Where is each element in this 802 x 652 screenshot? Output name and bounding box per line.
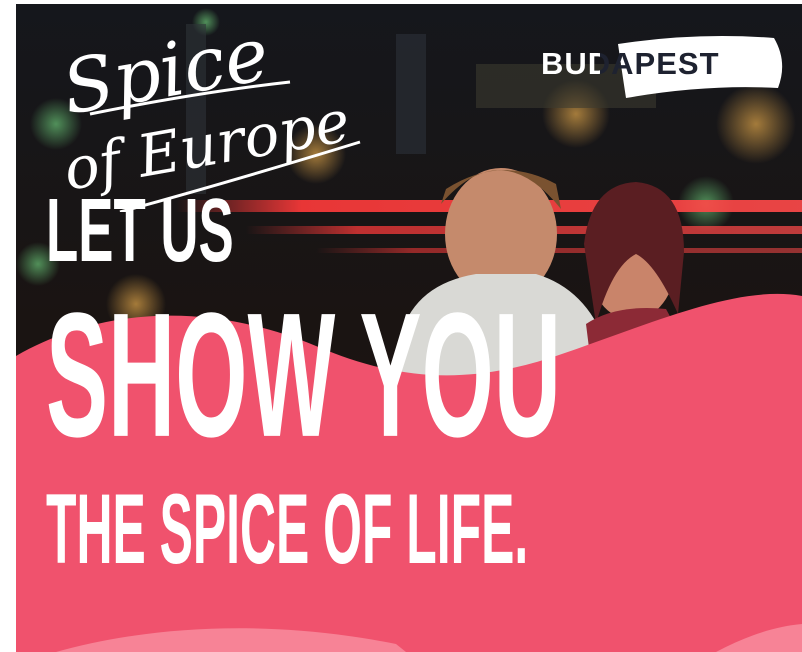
budapest-logo-text: BUDAPEST xyxy=(541,48,720,79)
headline-line-1: LET US xyxy=(46,180,234,281)
headline-line-3: THE SPICE OF LIFE. xyxy=(46,474,529,585)
budapest-word: BUDAPEST xyxy=(541,46,720,81)
headline-line-2: SHOW YOU xyxy=(46,275,561,474)
budapest-ad-banner[interactable]: Spice of Europe BUDAPEST LET US SHOW YOU… xyxy=(16,4,802,652)
